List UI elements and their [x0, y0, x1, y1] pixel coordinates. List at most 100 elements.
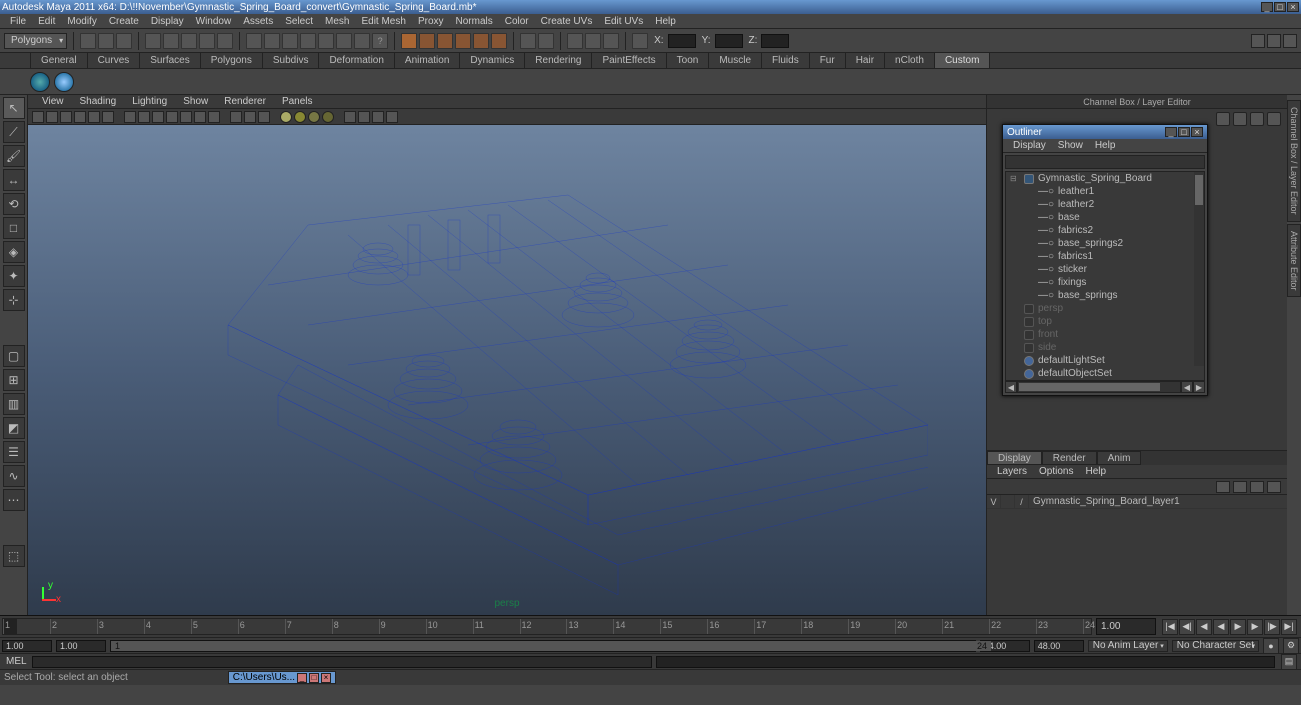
layer-color-cell[interactable]: /	[1015, 495, 1029, 509]
menu-file[interactable]: File	[4, 16, 32, 27]
snap-point-icon[interactable]	[282, 33, 298, 49]
menu-display[interactable]: Display	[145, 16, 190, 27]
time-current-field[interactable]: 1.00	[1096, 618, 1156, 635]
menu-normals[interactable]: Normals	[450, 16, 499, 27]
outliner-menu-display[interactable]: Display	[1007, 140, 1052, 151]
render-current-icon[interactable]	[401, 33, 417, 49]
time-slider[interactable]: 123456789101112131415161718192021222324 …	[0, 615, 1301, 637]
go-end-button[interactable]: ▶|	[1281, 619, 1297, 635]
layer-icon[interactable]	[1216, 481, 1230, 493]
shelf-tab-rendering[interactable]: Rendering	[524, 52, 592, 68]
scale-tool[interactable]: □	[3, 217, 25, 239]
outliner-menu-show[interactable]: Show	[1052, 140, 1089, 151]
select-component-icon[interactable]	[217, 33, 233, 49]
show-manip-tool[interactable]: ⊹	[3, 289, 25, 311]
go-start-button[interactable]: |◀	[1162, 619, 1178, 635]
range-start-inner[interactable]: 1.00	[56, 640, 106, 652]
shelf-tab-deformation[interactable]: Deformation	[318, 52, 394, 68]
select-hierarchy-icon[interactable]	[181, 33, 197, 49]
vp-icon[interactable]	[322, 111, 334, 123]
outliner-item[interactable]: —○ fabrics2	[1006, 224, 1204, 237]
menu-proxy[interactable]: Proxy	[412, 16, 450, 27]
range-end-outer[interactable]: 48.00	[1034, 640, 1084, 652]
cb-icon[interactable]	[1250, 112, 1264, 126]
menu-mesh[interactable]: Mesh	[319, 16, 355, 27]
outliner-camera[interactable]: front	[1006, 328, 1204, 341]
vp-icon[interactable]	[32, 111, 44, 123]
outliner-set[interactable]: defaultLightSet	[1006, 354, 1204, 367]
step-back-button[interactable]: ◀	[1196, 619, 1212, 635]
vp-menu-show[interactable]: Show	[175, 96, 216, 107]
outliner-root[interactable]: ⊟Gymnastic_Spring_Board	[1006, 172, 1204, 185]
taskbar-min-icon[interactable]: _	[297, 673, 307, 683]
cb-icon[interactable]	[1233, 112, 1247, 126]
outliner-window[interactable]: Outliner _ □ × Display Show Help ⊟Gymnas…	[1002, 124, 1208, 396]
snap-plane-icon[interactable]	[300, 33, 316, 49]
outliner-item[interactable]: —○ sticker	[1006, 263, 1204, 276]
taskbar-item[interactable]: C:\Users\Us... _ □ ×	[228, 671, 336, 684]
vp-icon[interactable]	[74, 111, 86, 123]
outliner-vscroll[interactable]	[1194, 172, 1204, 366]
vp-icon[interactable]	[194, 111, 206, 123]
last-tool-icon[interactable]: ⬚	[3, 545, 25, 567]
outliner-camera[interactable]: persp	[1006, 302, 1204, 315]
rotate-tool[interactable]: ⟲	[3, 193, 25, 215]
shelf-custom-icon-2[interactable]	[54, 72, 74, 92]
input-mode-icon[interactable]	[632, 33, 648, 49]
layer-icon[interactable]	[1267, 481, 1281, 493]
channel-box-toggle-icon[interactable]	[1283, 34, 1297, 48]
move-tool[interactable]: ↔	[3, 169, 25, 191]
layer-row[interactable]: V / Gymnastic_Spring_Board_layer1	[987, 495, 1287, 509]
outliner-item[interactable]: —○ fabrics1	[1006, 250, 1204, 263]
layers-menu-layers[interactable]: Layers	[991, 466, 1033, 477]
layer-tab-anim[interactable]: Anim	[1097, 451, 1142, 465]
step-back-key-button[interactable]: ◀|	[1179, 619, 1195, 635]
shelf-tab-surfaces[interactable]: Surfaces	[139, 52, 200, 68]
play-forward-button[interactable]: ▶	[1230, 619, 1246, 635]
render-settings-icon[interactable]	[455, 33, 471, 49]
menu-edit-mesh[interactable]: Edit Mesh	[355, 16, 411, 27]
panel-layout-icon[interactable]	[520, 33, 536, 49]
vp-icon[interactable]	[102, 111, 114, 123]
open-scene-icon[interactable]	[98, 33, 114, 49]
cmd-input[interactable]	[32, 656, 652, 668]
layout-outliner-icon[interactable]: ☰	[3, 441, 25, 463]
shelf-tab-muscle[interactable]: Muscle	[708, 52, 762, 68]
layer-visibility-cell[interactable]: V	[987, 495, 1001, 509]
layers-menu-help[interactable]: Help	[1079, 466, 1112, 477]
outliner-item[interactable]: —○ base	[1006, 211, 1204, 224]
vp-icon[interactable]	[124, 111, 136, 123]
cb-icon[interactable]	[1267, 112, 1281, 126]
shelf-custom-icon-1[interactable]	[30, 72, 50, 92]
close-button[interactable]: ×	[1287, 2, 1299, 12]
outliner-menu-help[interactable]: Help	[1089, 140, 1122, 151]
auto-key-button[interactable]: ●	[1263, 638, 1279, 654]
outliner-maximize[interactable]: □	[1178, 127, 1190, 137]
shelf-tab-custom[interactable]: Custom	[934, 52, 990, 68]
cmd-lang-label[interactable]: MEL	[0, 656, 30, 667]
menu-edit[interactable]: Edit	[32, 16, 61, 27]
coord-y-input[interactable]	[715, 34, 743, 48]
tab-attribute-editor[interactable]: Attribute Editor	[1287, 224, 1301, 298]
shelf-tab-dynamics[interactable]: Dynamics	[459, 52, 525, 68]
outliner-camera[interactable]: side	[1006, 341, 1204, 354]
shelf-tab-ncloth[interactable]: nCloth	[884, 52, 935, 68]
outliner-hscroll[interactable]: ◀◀▶	[1005, 381, 1205, 393]
outliner-minimize[interactable]: _	[1165, 127, 1177, 137]
toggle2-icon[interactable]	[603, 33, 619, 49]
menu-create[interactable]: Create	[103, 16, 145, 27]
menu-edit-uvs[interactable]: Edit UVs	[598, 16, 649, 27]
vp-icon[interactable]	[180, 111, 192, 123]
redo-icon[interactable]	[163, 33, 179, 49]
menu-assets[interactable]: Assets	[237, 16, 279, 27]
universal-manip-tool[interactable]: ◈	[3, 241, 25, 263]
viewport-3d[interactable]: yx persp	[28, 125, 986, 615]
menu-modify[interactable]: Modify	[61, 16, 102, 27]
vp-icon[interactable]	[258, 111, 270, 123]
step-forward-key-button[interactable]: |▶	[1264, 619, 1280, 635]
menu-create-uvs[interactable]: Create UVs	[535, 16, 599, 27]
range-start-outer[interactable]: 1.00	[2, 640, 52, 652]
layout-graph-icon[interactable]: ∿	[3, 465, 25, 487]
layer-type-cell[interactable]	[1001, 495, 1015, 509]
layer-tab-render[interactable]: Render	[1042, 451, 1097, 465]
